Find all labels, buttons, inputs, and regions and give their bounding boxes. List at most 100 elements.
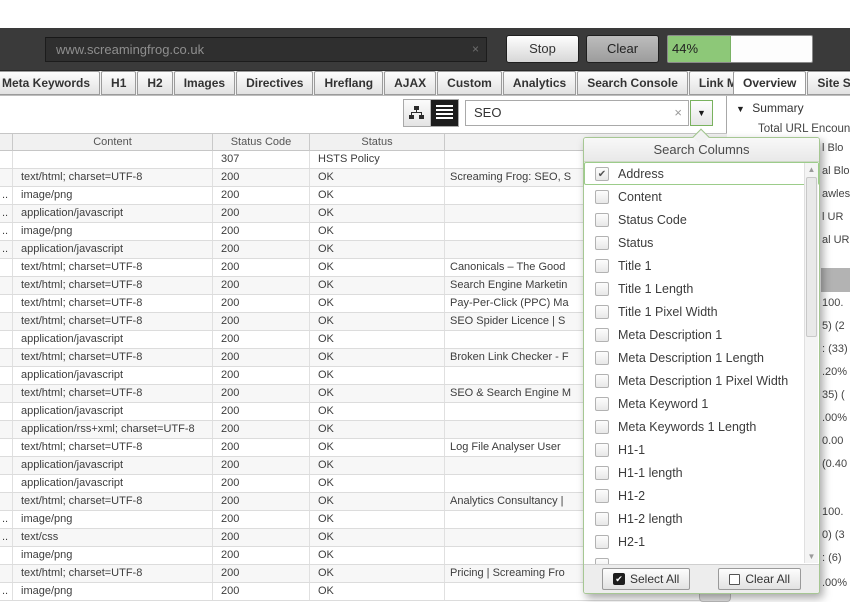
progress-percent: 44% [668, 36, 698, 62]
cell-status: OK [310, 529, 445, 546]
unchecked-checkbox-icon[interactable] [595, 466, 609, 480]
select-all-button[interactable]: ✔ Select All [602, 568, 690, 590]
cell-status: OK [310, 241, 445, 258]
dropdown-item[interactable]: Status Code [584, 208, 819, 231]
unchecked-checkbox-icon[interactable] [595, 535, 609, 549]
dropdown-item[interactable] [584, 553, 819, 564]
cell-status: OK [310, 475, 445, 492]
sidebar-item[interactable]: Total URL Encoun [758, 123, 850, 135]
dropdown-item[interactable]: H1-2 [584, 484, 819, 507]
dropdown-item-label: Meta Description 1 Pixel Width [618, 370, 788, 392]
column-header-content[interactable]: Content [13, 134, 213, 151]
cell-content [13, 151, 213, 168]
clear-url-icon[interactable]: × [472, 42, 479, 56]
unchecked-checkbox-icon[interactable] [595, 282, 609, 296]
scroll-up-icon[interactable]: ▲ [805, 163, 818, 176]
dropdown-resize-grip[interactable] [699, 594, 731, 602]
dropdown-item[interactable]: Meta Keyword 1 [584, 392, 819, 415]
cell-content: text/html; charset=UTF-8 [13, 295, 213, 312]
tab-h1[interactable]: H1 [101, 71, 136, 95]
clear-all-button[interactable]: Clear All [718, 568, 801, 590]
cell-content: application/javascript [13, 475, 213, 492]
dropdown-item-list: ✔AddressContentStatus CodeStatusTitle 1T… [584, 162, 819, 564]
unchecked-checkbox-icon[interactable] [595, 259, 609, 273]
unchecked-checkbox-icon[interactable] [595, 236, 609, 250]
dropdown-item-label: H1-1 length [618, 462, 683, 484]
cell-frag [0, 277, 13, 294]
cell-code: 200 [213, 367, 310, 384]
clear-search-icon[interactable]: × [674, 101, 682, 125]
clear-button[interactable]: Clear [586, 35, 659, 63]
dropdown-item[interactable]: H2-1 [584, 530, 819, 553]
dropdown-item[interactable]: Title 1 [584, 254, 819, 277]
tab-directives[interactable]: Directives [236, 71, 313, 95]
unchecked-checkbox-icon[interactable] [595, 420, 609, 434]
search-input[interactable]: SEO × [465, 100, 689, 126]
tab-h2[interactable]: H2 [137, 71, 172, 95]
dropdown-scrollbar[interactable]: ▲ ▼ [804, 163, 818, 563]
stop-button[interactable]: Stop [506, 35, 579, 63]
dropdown-item-label: Status [618, 232, 653, 254]
sidebar-stat-fragment: .00% [822, 577, 847, 589]
tab-analytics[interactable]: Analytics [503, 71, 576, 95]
cell-frag [0, 313, 13, 330]
tab-images[interactable]: Images [174, 71, 235, 95]
crawl-progress-bar: 44% [667, 35, 813, 63]
unchecked-checkbox-icon[interactable] [595, 213, 609, 227]
chevron-down-icon: ▼ [697, 108, 706, 118]
dropdown-item[interactable]: ✔Address [584, 162, 819, 185]
cell-code: 200 [213, 331, 310, 348]
unchecked-checkbox-icon[interactable] [595, 489, 609, 503]
sitemap-icon [409, 105, 425, 121]
tab-search-console[interactable]: Search Console [577, 71, 688, 95]
unchecked-checkbox-icon[interactable] [595, 305, 609, 319]
dropdown-item[interactable]: H1-1 length [584, 461, 819, 484]
column-header-address[interactable] [0, 134, 13, 151]
main-tabs: Meta KeywordsH1H2ImagesDirectivesHreflan… [0, 71, 780, 95]
unchecked-checkbox-icon[interactable] [595, 512, 609, 526]
dropdown-item[interactable]: Meta Description 1 Pixel Width [584, 369, 819, 392]
dropdown-item[interactable]: Title 1 Pixel Width [584, 300, 819, 323]
list-view-button[interactable] [431, 100, 458, 126]
dropdown-item[interactable]: Status [584, 231, 819, 254]
dropdown-item-label: Title 1 Length [618, 278, 693, 300]
cell-status: OK [310, 331, 445, 348]
column-header-status[interactable]: Status [310, 134, 445, 151]
dropdown-item-label: Meta Keyword 1 [618, 393, 708, 415]
unchecked-checkbox-icon[interactable] [595, 374, 609, 388]
summary-tree-node[interactable]: ▼ Summary [736, 101, 804, 115]
dropdown-item[interactable]: H1-1 [584, 438, 819, 461]
unchecked-checkbox-icon[interactable] [595, 328, 609, 342]
cell-content: application/javascript [13, 367, 213, 384]
column-header-status-code[interactable]: Status Code [213, 134, 310, 151]
url-input[interactable]: www.screamingfrog.co.uk × [45, 37, 487, 62]
unchecked-checkbox-icon[interactable] [595, 397, 609, 411]
dropdown-item[interactable]: Title 1 Length [584, 277, 819, 300]
cell-status: OK [310, 223, 445, 240]
unchecked-checkbox-icon[interactable] [595, 190, 609, 204]
unchecked-checkbox-icon[interactable] [595, 443, 609, 457]
tree-view-button[interactable] [404, 100, 431, 126]
scroll-down-icon[interactable]: ▼ [805, 550, 818, 563]
dropdown-item[interactable]: Content [584, 185, 819, 208]
dropdown-item[interactable]: Meta Description 1 [584, 323, 819, 346]
tab-meta-keywords[interactable]: Meta Keywords [0, 71, 100, 95]
dropdown-item[interactable]: Meta Description 1 Length [584, 346, 819, 369]
scrollbar-thumb[interactable] [806, 177, 817, 337]
tab-overview[interactable]: Overview [733, 71, 806, 95]
tab-custom[interactable]: Custom [437, 71, 502, 95]
tab-ajax[interactable]: AJAX [384, 71, 436, 95]
sidebar-stat-fragment: 0) (3 [822, 529, 845, 541]
cell-code: 200 [213, 259, 310, 276]
dropdown-item[interactable]: Meta Keywords 1 Length [584, 415, 819, 438]
unchecked-checkbox-icon[interactable] [595, 351, 609, 365]
tab-hreflang[interactable]: Hreflang [314, 71, 383, 95]
cell-code: 200 [213, 511, 310, 528]
dropdown-item[interactable]: H1-2 length [584, 507, 819, 530]
checked-checkbox-icon[interactable]: ✔ [595, 167, 609, 181]
search-columns-dropdown-button[interactable]: ▼ [690, 100, 713, 126]
collapse-caret-icon[interactable]: ▼ [736, 104, 745, 114]
cell-frag [0, 169, 13, 186]
tab-site-stru[interactable]: Site Stru [807, 71, 850, 95]
dropdown-item-label: Meta Description 1 Length [618, 347, 764, 369]
